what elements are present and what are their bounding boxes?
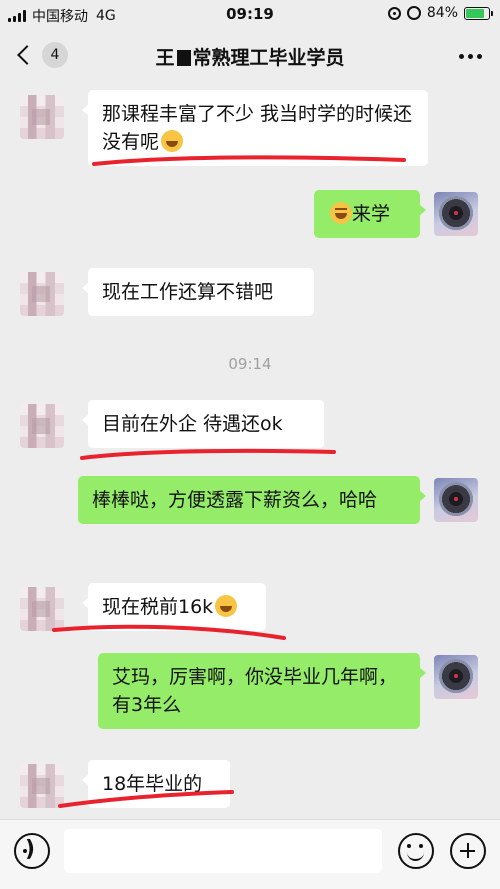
status-right: 84% — [387, 5, 493, 21]
red-annotation-underline — [80, 448, 336, 460]
nav-bar: 4 王常熟理工毕业学员 — [0, 30, 500, 82]
contact-avatar[interactable] — [20, 272, 64, 316]
contact-avatar[interactable] — [20, 404, 64, 448]
message-bubble-incoming[interactable]: 现在工作还算不错吧 — [82, 268, 314, 316]
message-text: 现在工作还算不错吧 — [102, 281, 274, 303]
message-text: 棒棒哒，方便透露下薪资么，哈哈 — [92, 489, 378, 511]
more-icon[interactable] — [459, 54, 482, 59]
rotation-lock-icon — [387, 6, 401, 20]
my-avatar[interactable] — [434, 655, 478, 699]
status-bar: 中国移动 4G 09:19 84% — [0, 0, 500, 30]
laughing-emoji-icon — [215, 595, 238, 617]
message-bubble-outgoing[interactable]: 棒棒哒，方便透露下薪资么，哈哈 — [78, 476, 426, 524]
message-text: 目前在外企 待遇还ok — [102, 413, 283, 435]
red-annotation-underline — [92, 155, 406, 166]
unread-badge: 4 — [42, 42, 68, 68]
my-avatar[interactable] — [434, 478, 478, 522]
back-button[interactable]: 4 — [14, 42, 68, 68]
chat-title-suffix: 常熟理工毕业学员 — [192, 47, 345, 69]
battery-icon — [464, 6, 493, 20]
redaction-block — [176, 50, 191, 66]
chat-title-prefix: 王 — [155, 47, 175, 69]
battery-percent: 84% — [426, 5, 458, 21]
plus-icon[interactable] — [450, 833, 486, 869]
back-chevron-icon — [17, 45, 37, 65]
red-annotation-underline — [58, 790, 234, 808]
laughing-emoji-icon — [161, 130, 184, 152]
battery-fill — [466, 8, 485, 18]
chat-title: 王常熟理工毕业学员 — [80, 43, 420, 70]
input-bar — [0, 819, 500, 889]
my-avatar[interactable] — [434, 192, 478, 236]
message-text: 现在税前16k — [102, 596, 214, 618]
message-bubble-incoming[interactable]: 目前在外企 待遇还ok — [82, 400, 324, 448]
chat-timestamp: 09:14 — [228, 355, 272, 373]
message-text: 艾玛，厉害啊，你没毕业几年啊，有3年么 — [112, 666, 398, 716]
contact-avatar[interactable] — [20, 95, 64, 139]
message-bubble-outgoing[interactable]: 艾玛，厉害啊，你没毕业几年啊，有3年么 — [98, 653, 426, 729]
red-annotation-underline — [52, 624, 286, 640]
message-text: 来学 — [352, 203, 391, 225]
message-input[interactable] — [64, 829, 382, 873]
message-text: 那课程丰富了不少 我当时学的时候还没有呢 — [102, 103, 413, 153]
voice-icon[interactable] — [14, 833, 50, 869]
emoji-icon[interactable] — [398, 833, 434, 869]
message-bubble-outgoing[interactable]: 来学 — [314, 190, 426, 238]
wink-emoji-icon — [330, 202, 352, 224]
alarm-icon — [406, 6, 421, 20]
